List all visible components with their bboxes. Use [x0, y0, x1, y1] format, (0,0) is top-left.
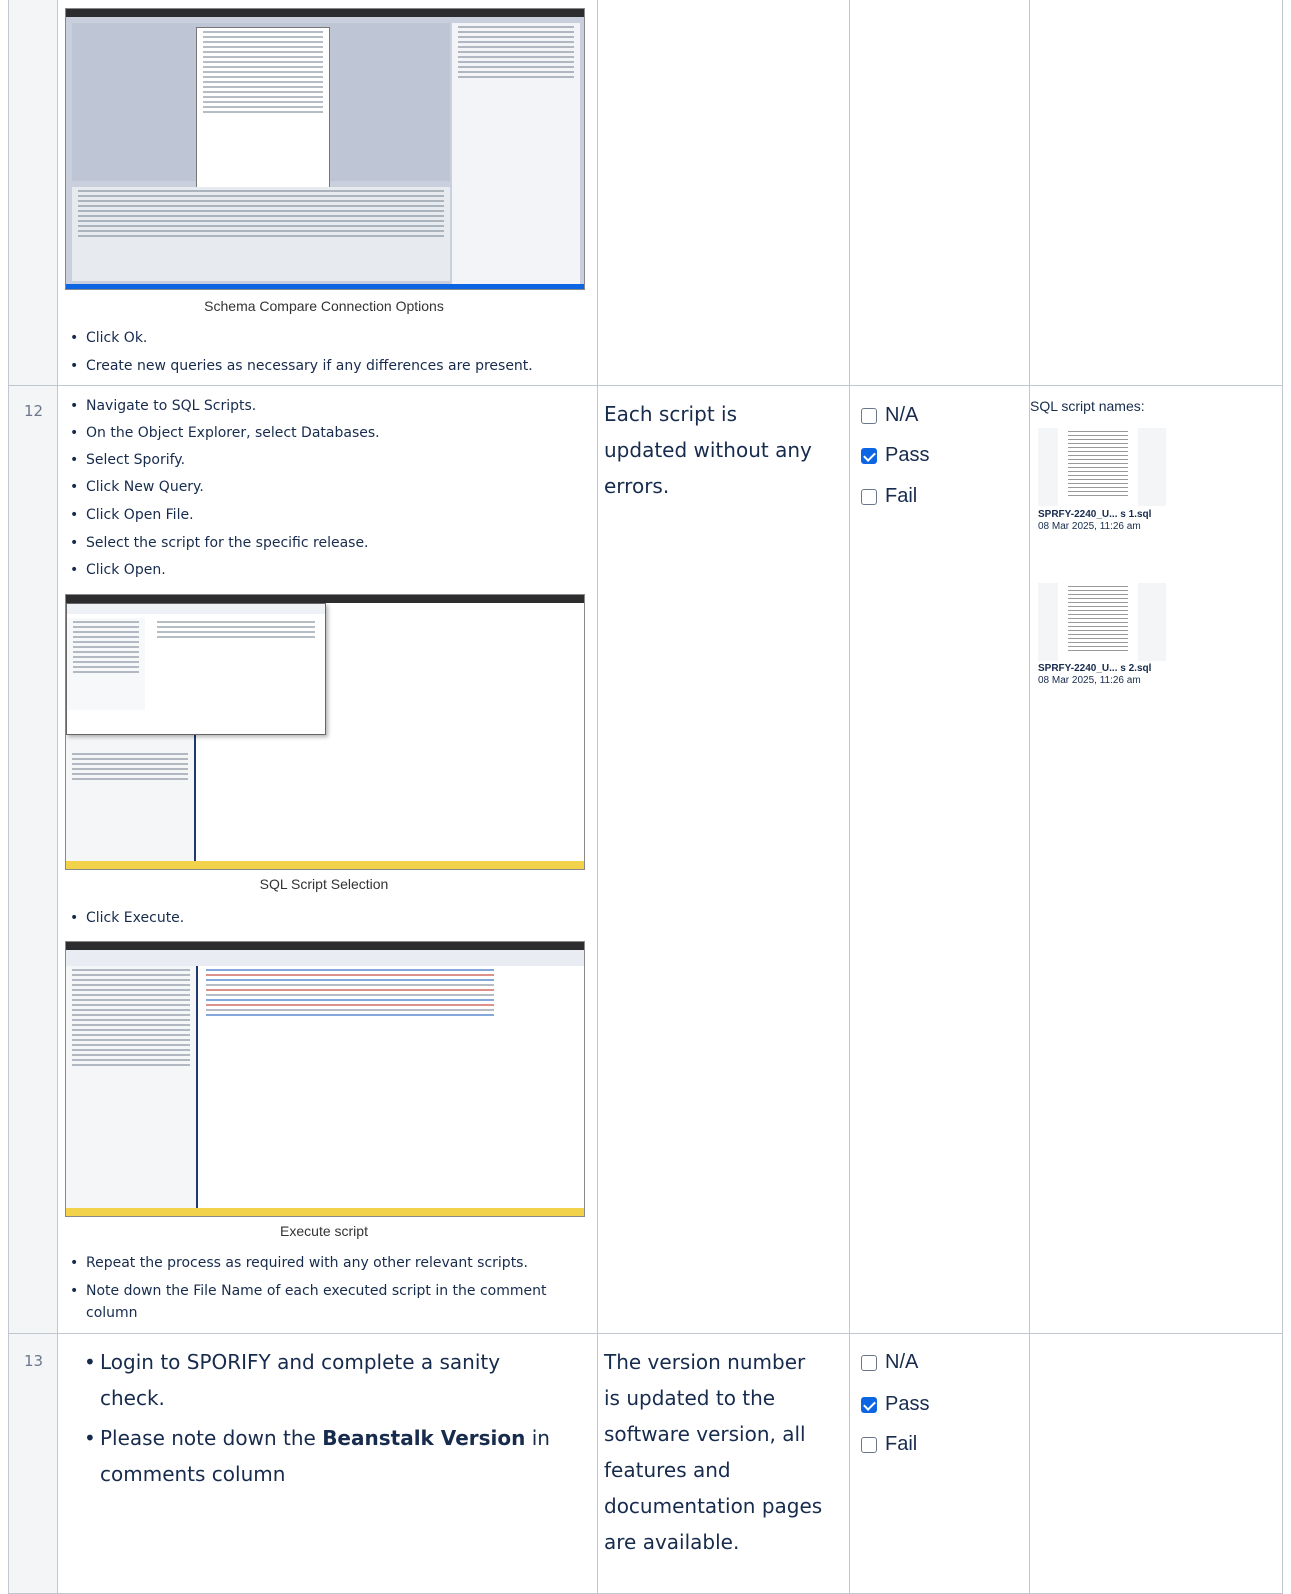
object-explorer: [66, 966, 198, 1210]
list-item: • Login to SPORIFY and complete a sanity…: [84, 1350, 501, 1410]
list-item: Create new queries as necessary if any d…: [70, 357, 533, 375]
list-item: Select Sporify.: [70, 451, 185, 469]
package-manager-console: [72, 187, 450, 281]
file-attachment-thumbnail[interactable]: [1038, 428, 1166, 506]
image-caption: Execute script: [280, 1223, 368, 1239]
checkbox-checked-icon[interactable]: [861, 1396, 877, 1413]
status-option-na[interactable]: N/A: [861, 404, 918, 427]
list-item: Repeat the process as required with any …: [70, 1254, 528, 1272]
image-caption: SQL Script Selection: [259, 876, 389, 892]
step-number: 13: [24, 1352, 44, 1370]
list-item-continuation: column: [86, 1305, 138, 1321]
checkbox-checked-icon[interactable]: [861, 447, 877, 464]
checkbox-icon[interactable]: [861, 488, 877, 505]
checkbox-icon[interactable]: [861, 1354, 877, 1371]
status-option-fail[interactable]: Fail: [861, 1433, 917, 1456]
expected-result: Each script is updated without any error…: [604, 402, 812, 498]
query-editor: [200, 966, 500, 1046]
image-caption: Schema Compare Connection Options: [204, 298, 444, 314]
step-number: 12: [24, 402, 44, 420]
list-item: On the Object Explorer, select Databases…: [70, 424, 380, 442]
status-option-fail[interactable]: Fail: [861, 485, 917, 508]
file-name[interactable]: SPRFY-2240_U... s 2.sql: [1038, 663, 1151, 674]
open-file-dialog: [66, 603, 326, 735]
list-item: • Please note down the Beanstalk Version…: [84, 1426, 550, 1486]
status-option-pass[interactable]: Pass: [861, 1393, 929, 1416]
expected-result: The version number is updated to the sof…: [604, 1350, 823, 1554]
file-date: 08 Mar 2025, 11:26 am: [1038, 521, 1141, 532]
list-item: Note down the File Name of each executed…: [70, 1282, 546, 1300]
checkbox-icon[interactable]: [861, 407, 877, 424]
list-item: Click Execute.: [70, 909, 184, 927]
status-option-pass[interactable]: Pass: [861, 444, 929, 467]
schema-compare-screenshot: [65, 8, 585, 290]
list-item: Click Open File.: [70, 506, 193, 524]
file-date: 08 Mar 2025, 11:26 am: [1038, 675, 1141, 686]
list-item: Navigate to SQL Scripts.: [70, 397, 256, 415]
list-item: Click New Query.: [70, 478, 204, 496]
status-option-na[interactable]: N/A: [861, 1351, 918, 1374]
checkbox-icon[interactable]: [861, 1436, 877, 1453]
list-item: Select the script for the specific relea…: [70, 534, 368, 552]
connect-dialog: [196, 27, 330, 197]
list-item: Click Ok.: [70, 329, 147, 347]
solution-explorer: [452, 23, 580, 285]
execute-script-screenshot: [65, 941, 585, 1217]
comment-title: SQL script names:: [1030, 398, 1145, 414]
list-item: Click Open.: [70, 561, 166, 579]
file-attachment-thumbnail[interactable]: [1038, 583, 1166, 661]
file-name[interactable]: SPRFY-2240_U... s 1.sql: [1038, 509, 1151, 520]
step-list: • Login to SPORIFY and complete a sanity…: [84, 1344, 590, 1492]
sql-script-selection-screenshot: [65, 594, 585, 870]
